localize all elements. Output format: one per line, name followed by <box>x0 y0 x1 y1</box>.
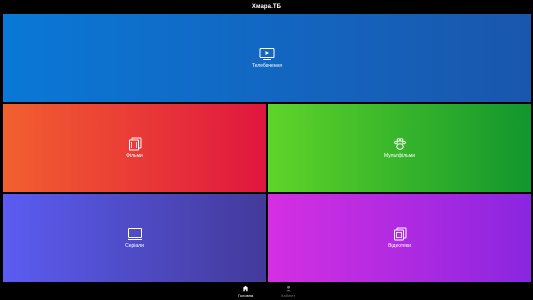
film-stack-icon <box>128 137 141 151</box>
tile-tv-label: Телебачення <box>251 63 283 69</box>
app-title: Хмара.ТБ <box>251 3 282 10</box>
monitor-icon <box>127 228 142 240</box>
tile-series[interactable]: Серіали <box>3 194 266 282</box>
nav-account-label: Кабінет <box>281 293 296 298</box>
tile-films[interactable]: Фільми <box>3 104 266 192</box>
nav-home-label: Головна <box>237 293 254 298</box>
tile-films-label: Фільми <box>126 153 143 159</box>
user-icon <box>285 285 291 292</box>
paw-icon <box>393 138 406 150</box>
tv-icon <box>259 48 275 60</box>
home-icon <box>242 285 249 292</box>
tile-tv[interactable]: Телебачення <box>3 14 531 102</box>
tile-cartoons[interactable]: Мультфільми <box>268 104 531 192</box>
tile-series-label: Серіали <box>125 243 144 249</box>
bottom-nav: Головна Кабінет <box>0 283 533 300</box>
app-header: Хмара.ТБ <box>0 0 533 13</box>
tile-vod[interactable]: Відеотеки <box>268 194 531 282</box>
nav-home[interactable]: Головна <box>238 285 253 298</box>
tile-cartoons-label: Мультфільми <box>383 153 415 159</box>
library-icon <box>393 227 406 241</box>
nav-account[interactable]: Кабінет <box>281 285 295 298</box>
tile-vod-label: Відеотеки <box>388 243 411 249</box>
